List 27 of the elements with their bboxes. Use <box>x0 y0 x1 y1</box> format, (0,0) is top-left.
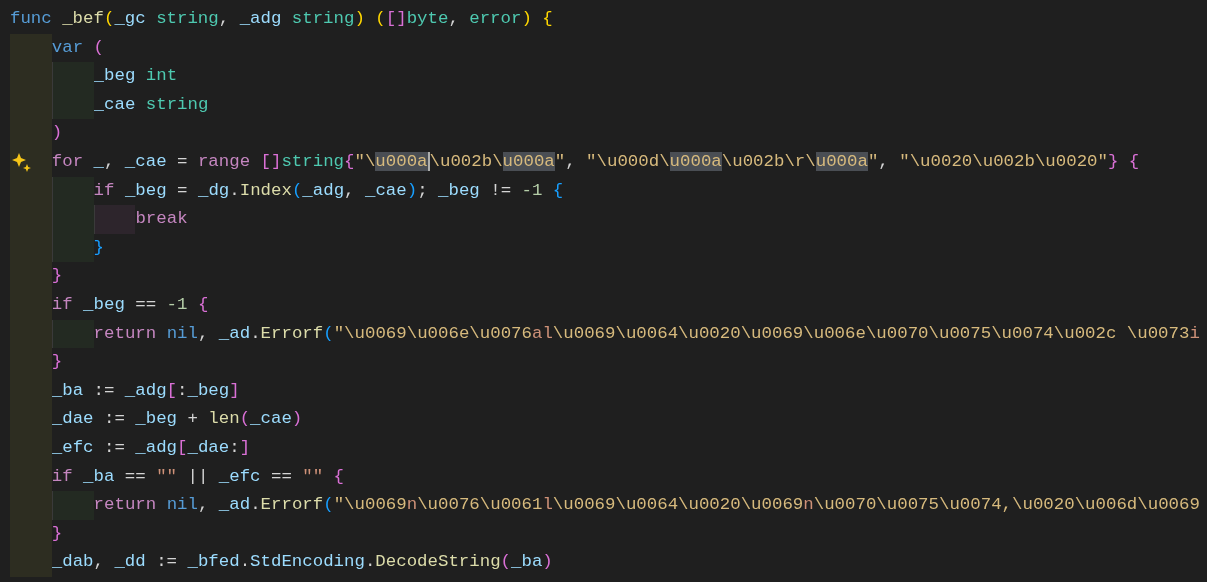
sparkle-icon[interactable] <box>11 151 33 174</box>
code-line: _dab, _dd := _bfed.StdEncoding.DecodeString(_ba) <box>51 551 553 574</box>
code-line: var ( <box>51 36 104 59</box>
indent-guide <box>93 205 136 234</box>
code-line: return nil, _ad.Errorf("\u0069\u006e\u0076al\u0069\u0064\u0020\u0069\u006e\u0070\u0075\u0074\u002c \u0073i <box>93 322 1200 345</box>
code-line: _ba := _adg[:_beg] <box>51 379 240 402</box>
code-line: _efc := _adg[_dae:] <box>51 436 251 459</box>
code-line: if _beg == -1 { <box>51 293 209 316</box>
indent-guide <box>51 62 94 91</box>
code-line: } <box>93 236 105 259</box>
code-line: _cae string <box>93 93 209 116</box>
code-line: for _, _cae = range []string{"\u000a\u002b\u000a", "\u000d\u000a\u002b\r\u000a", "\u0020\u002b\u0020"} { <box>51 150 1140 173</box>
indent-guide <box>51 319 94 349</box>
code-line: } <box>51 265 63 288</box>
code-line: ) <box>51 122 63 145</box>
code-line: } <box>51 522 63 545</box>
code-line: _dae := _beg + len(_cae) <box>51 408 303 431</box>
indent-guide <box>51 491 94 520</box>
code-line: } <box>51 351 63 374</box>
code-line: break <box>135 208 188 231</box>
code-line: func _bef(_gc string, _adg string) ([]byte, error) { <box>10 8 553 30</box>
code-line: if _ba == "" || _efc == "" { <box>51 465 345 488</box>
code-line: _beg int <box>93 65 178 88</box>
code-line: if _beg = _dg.Index(_adg, _cae); _beg != -1 { <box>93 179 564 202</box>
indent-guide <box>10 33 52 63</box>
code-line: return nil, _ad.Errorf("\u0069n\u0076\u0061l\u0069\u0064\u0020\u0069n\u0070\u0075\u0074,\u0020\u006d\u0069 <box>93 494 1200 517</box>
indent-guide <box>51 176 94 206</box>
